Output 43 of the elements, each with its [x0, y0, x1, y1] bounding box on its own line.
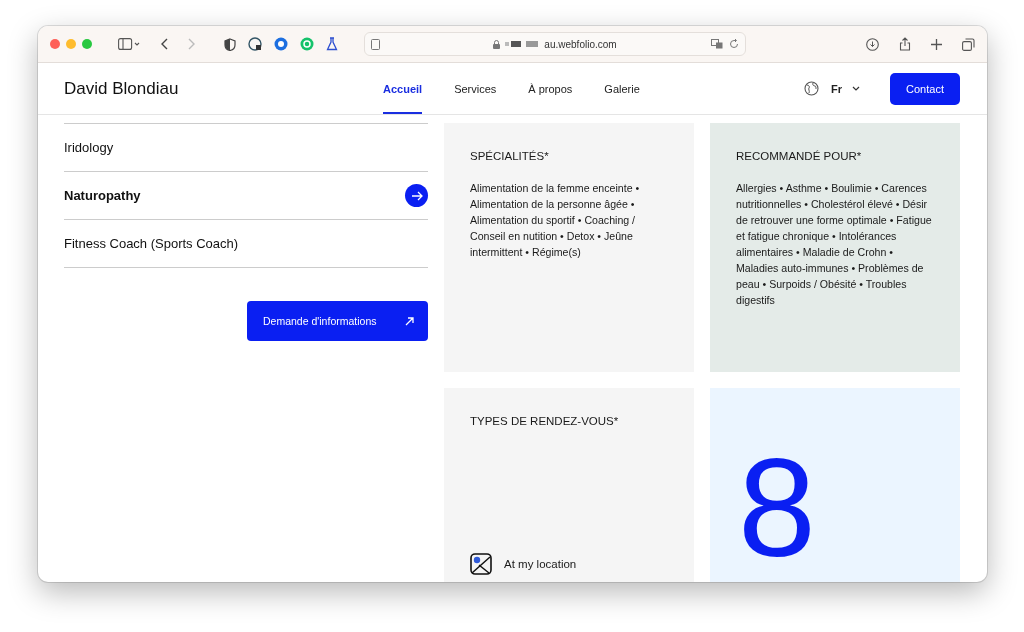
arrow-right-icon[interactable] [405, 184, 428, 207]
redacted-drawing [505, 41, 540, 47]
site-brand: David Blondiau [64, 78, 180, 99]
sidebar-icon[interactable] [118, 38, 140, 50]
reload-icon[interactable] [729, 39, 739, 49]
service-label: Fitness Coach (Sports Coach) [64, 236, 239, 251]
flask-icon[interactable] [326, 37, 338, 51]
service-label: Naturopathy [64, 188, 141, 203]
chevron-down-icon [852, 86, 860, 91]
globe-icon[interactable] [804, 81, 819, 96]
nav-link[interactable]: Services [454, 63, 497, 114]
share-icon[interactable] [899, 37, 911, 51]
language-selector[interactable]: Fr [831, 82, 860, 95]
card-title: TYPES DE RENDEZ-VOUS* [470, 415, 620, 427]
big-number: 8 [738, 438, 816, 578]
appointment-type: At my location [504, 558, 577, 570]
back-icon[interactable] [160, 38, 168, 50]
nav-link[interactable]: Accueil [383, 63, 423, 114]
service-item[interactable]: Iridology [64, 123, 428, 171]
arrow-up-right-icon [405, 316, 414, 326]
plus-icon[interactable] [931, 38, 942, 50]
page-icon [371, 38, 380, 50]
card-title: RECOMMANDÉ POUR* [736, 150, 863, 162]
lock-icon [493, 39, 501, 49]
card-title: SPÉCIALITÉS* [470, 150, 550, 162]
translate-icon[interactable] [711, 39, 723, 49]
address-bar[interactable]: au.webfolio.com [364, 32, 746, 56]
nav-link[interactable]: À propos [528, 63, 573, 114]
service-label: Iridology [64, 140, 114, 155]
extension-icon[interactable] [248, 37, 262, 51]
url-text: au.webfolio.com [544, 38, 617, 50]
window-controls-icon[interactable] [50, 39, 92, 49]
shield-icon[interactable] [224, 37, 236, 51]
service-item[interactable]: Fitness Coach (Sports Coach) [64, 219, 428, 268]
contact-button[interactable]: Contact [890, 72, 960, 105]
card-text: Allergies • Asthme • Boulimie • Carences nutritionnelles • Cholestérol élevé • Désir de retrouver une forme optimale • Fatigue et fatigue chronique • Intolérances alimentaires • Maladie de Crohn • Maladies auto-immunes • Problèmes de peau • Surpoids / Obésité • Troubles digestifs [736, 181, 933, 308]
map-pin-icon [470, 553, 492, 575]
download-icon[interactable] [866, 37, 879, 51]
card-text: Alimentation de la femme enceinte • Alimentation de la personne âgée • Alimentation du sportif • Coaching / Conseil en nutition • Detox • Jeûne intermittent • Régime(s) [470, 181, 641, 260]
info-request-button[interactable]: Demande d'informations [247, 301, 428, 341]
nav-link[interactable]: Galerie [604, 63, 640, 114]
tabs-icon[interactable] [962, 37, 975, 51]
service-item[interactable]: Naturopathy [64, 171, 428, 219]
